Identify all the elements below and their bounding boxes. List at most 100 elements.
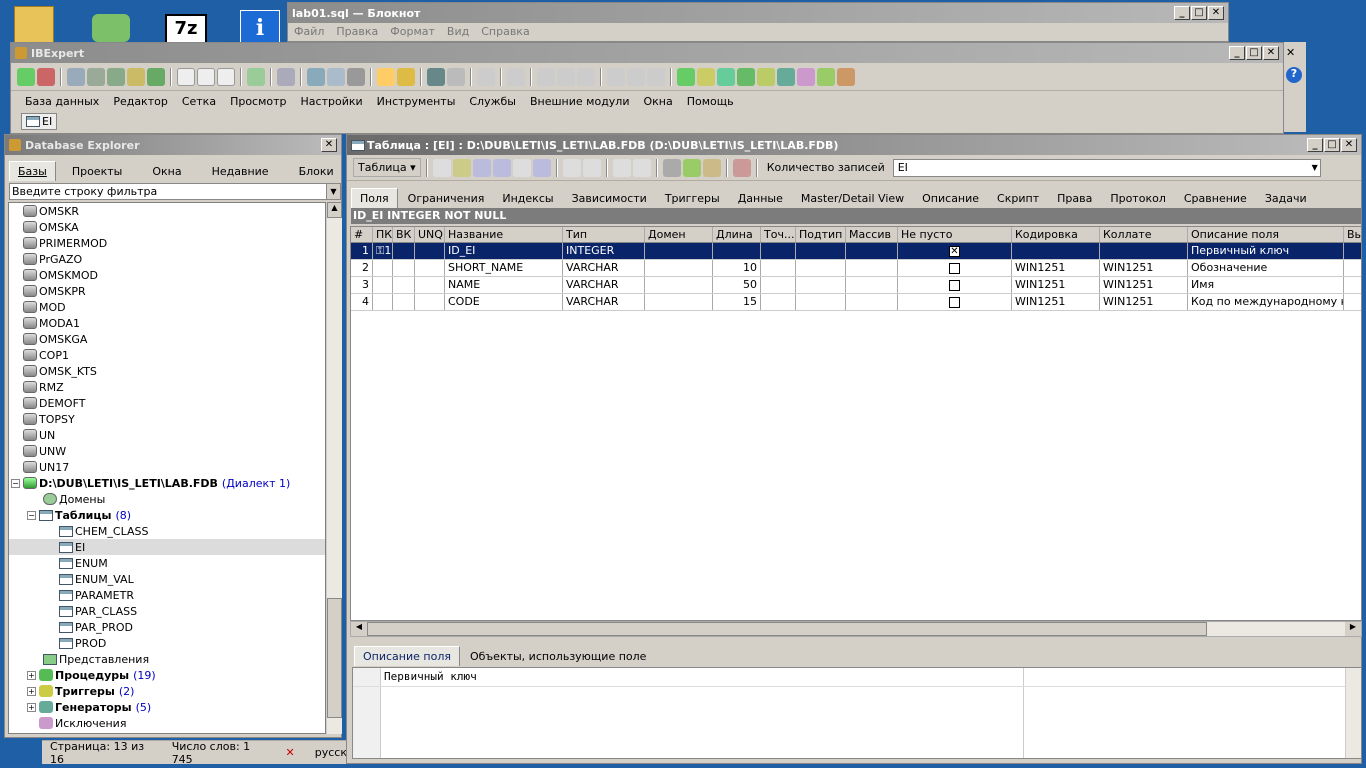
cell-empty[interactable] [1344, 243, 1361, 259]
cell-len[interactable] [713, 243, 761, 259]
new-doc-icon[interactable] [177, 67, 195, 86]
find-next-icon[interactable] [627, 67, 645, 86]
add-field-icon[interactable] [472, 158, 491, 177]
notepad-menu-edit[interactable]: Правка [336, 25, 378, 38]
minimize-button[interactable]: _ [1229, 46, 1245, 60]
cell-empty[interactable] [1344, 277, 1361, 293]
notepad-window[interactable]: lab01.sql — Блокнот _ □ ✕ Файл Правка Фо… [287, 2, 1229, 42]
tree-item-database[interactable]: PRIMERMOD [9, 235, 325, 251]
cell-empty[interactable] [846, 294, 898, 310]
cell-empty[interactable] [415, 277, 445, 293]
new-udf-icon[interactable] [817, 67, 835, 86]
7zip-desktop-icon[interactable]: 7z [165, 14, 207, 44]
cell-name[interactable]: SHORT_NAME [445, 260, 563, 276]
cell-enc[interactable] [1012, 243, 1100, 259]
tree-item-table[interactable]: ENUM_VAL [9, 571, 325, 587]
column-header[interactable]: Длина [713, 227, 761, 242]
cell-empty[interactable] [645, 294, 713, 310]
table-row[interactable]: 3 NAME VARCHAR 50 WIN1251 WIN1251 Имя [351, 277, 1361, 294]
column-header[interactable]: Название [445, 227, 563, 242]
minimize-button[interactable]: _ [1174, 6, 1190, 20]
cell-name[interactable]: NAME [445, 277, 563, 293]
tree-item-database[interactable]: RMZ [9, 379, 325, 395]
column-header[interactable]: Точ... [761, 227, 796, 242]
cell-empty[interactable] [415, 294, 445, 310]
maximize-button[interactable]: □ [1324, 138, 1340, 152]
tree-item-database[interactable]: DEMOFT [9, 395, 325, 411]
editor-tab[interactable]: Описание [914, 189, 987, 208]
new-exception-icon[interactable] [797, 67, 815, 86]
cell-empty[interactable] [796, 243, 846, 259]
tree-item-generators[interactable]: + Генераторы (5) [9, 699, 325, 715]
scroll-thumb[interactable] [367, 622, 1207, 636]
new-table-icon[interactable] [697, 67, 715, 86]
open-doc-icon[interactable] [197, 67, 215, 86]
replace-icon[interactable] [647, 67, 665, 86]
column-header[interactable]: Не пусто [898, 227, 1012, 242]
cell-len[interactable]: 10 [713, 260, 761, 276]
cell-empty[interactable] [796, 294, 846, 310]
cell-coll[interactable]: WIN1251 [1100, 277, 1188, 293]
cell-len[interactable]: 50 [713, 277, 761, 293]
help-icon[interactable]: ? [1286, 67, 1302, 83]
cell-empty[interactable] [846, 260, 898, 276]
maximize-button[interactable]: □ [1191, 6, 1207, 20]
notepad-titlebar[interactable]: lab01.sql — Блокнот _ □ ✕ [288, 3, 1228, 23]
cell-empty[interactable] [761, 243, 796, 259]
tree-item-triggers[interactable]: + Триггеры (2) [9, 683, 325, 699]
tree-item-table[interactable]: PAR_PROD [9, 619, 325, 635]
export-icon[interactable] [147, 67, 165, 86]
cell-empty[interactable] [415, 243, 445, 259]
cell-empty[interactable] [393, 260, 415, 276]
expand-icon[interactable]: + [27, 686, 36, 696]
insert-field-icon[interactable] [492, 158, 511, 177]
table-row[interactable]: 4 CODE VARCHAR 15 WIN1251 WIN1251 Код по между… [351, 294, 1361, 311]
cell-n[interactable]: 1 [351, 243, 373, 259]
table-menu-button[interactable]: Таблица ▾ [353, 158, 421, 177]
table-editor-titlebar[interactable]: Таблица : [EI] : D:\DUB\LETI\IS_LETI\LAB… [347, 135, 1361, 155]
expand-icon[interactable]: + [27, 702, 36, 712]
cell-empty[interactable] [846, 243, 898, 259]
tab-used-by[interactable]: Объекты, использующие поле [462, 647, 654, 666]
settings-icon[interactable] [682, 158, 701, 177]
cell-pk[interactable]: ⚿1 [373, 243, 393, 259]
menu-tools[interactable]: Инструменты [371, 95, 464, 108]
grid-hscrollbar[interactable]: ◀ ▶ [350, 621, 1362, 637]
cell-empty[interactable] [761, 260, 796, 276]
cell-empty[interactable] [645, 277, 713, 293]
column-header[interactable]: UNQ [415, 227, 445, 242]
new-object-icon[interactable] [677, 67, 695, 86]
tree-item-table[interactable]: PROD [9, 635, 325, 651]
tree-item-procedures[interactable]: + Процедуры (19) [9, 667, 325, 683]
cell-name[interactable]: CODE [445, 294, 563, 310]
cell-coll[interactable]: WIN1251 [1100, 294, 1188, 310]
cell-desc[interactable]: Код по международному кл... [1188, 294, 1344, 310]
print-icon[interactable] [347, 67, 365, 86]
recycle-desktop-icon[interactable] [92, 14, 130, 42]
cell-pk[interactable] [373, 260, 393, 276]
cell-n[interactable]: 3 [351, 277, 373, 293]
tab-windows[interactable]: Окна [132, 162, 189, 181]
editor-tab[interactable]: Master/Detail View [793, 189, 912, 208]
notepad-menu-help[interactable]: Справка [481, 25, 529, 38]
column-header[interactable]: ВК [393, 227, 415, 242]
print-icon[interactable] [662, 158, 681, 177]
description-editor[interactable]: Первичный ключ [352, 667, 1362, 759]
cell-pk[interactable] [373, 294, 393, 310]
tree-item-tables[interactable]: − Таблицы (8) [9, 507, 325, 523]
tree-item-database[interactable]: TOPSY [9, 411, 325, 427]
menu-view[interactable]: Просмотр [224, 95, 294, 108]
copy-icon[interactable] [557, 67, 575, 86]
notepad-menu-format[interactable]: Формат [390, 25, 435, 38]
tree-item-table[interactable]: EI [9, 539, 325, 555]
column-header[interactable]: ПК [373, 227, 393, 242]
menu-database[interactable]: База данных [19, 95, 107, 108]
cell-type[interactable]: INTEGER [563, 243, 645, 259]
db-properties-icon[interactable] [127, 67, 145, 86]
key-icon[interactable] [397, 67, 415, 86]
close-button[interactable]: ✕ [1341, 138, 1357, 152]
cell-pk[interactable] [373, 277, 393, 293]
tree-item-table[interactable]: PAR_CLASS [9, 603, 325, 619]
calendar-icon[interactable] [632, 158, 651, 177]
editor-scrollbar[interactable] [1345, 668, 1361, 758]
